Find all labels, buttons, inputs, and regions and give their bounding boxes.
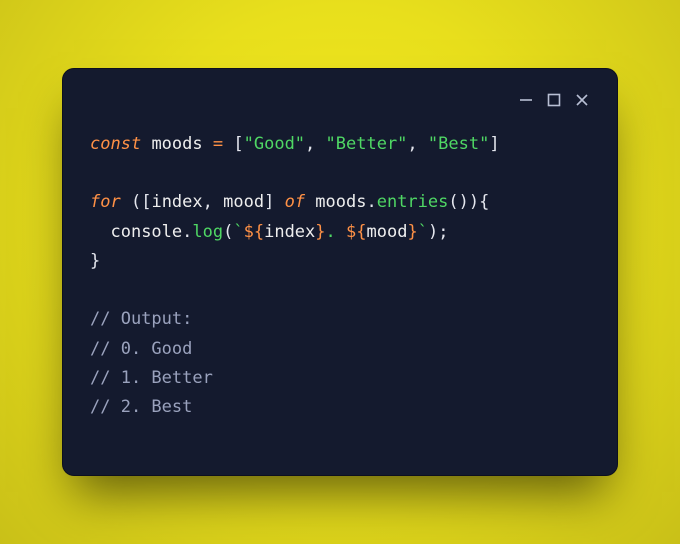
string-best: "Best": [428, 134, 489, 154]
interp-close: }: [407, 222, 417, 242]
brace-open: {: [479, 192, 489, 212]
backtick-close: `: [418, 222, 428, 242]
bracket-open: [: [233, 134, 243, 154]
bracket-close: ]: [264, 192, 274, 212]
bracket-close: ]: [489, 134, 499, 154]
template-text: .: [326, 222, 346, 242]
keyword-const: const: [90, 134, 141, 154]
method-log: log: [192, 222, 223, 242]
call-parens: (): [448, 192, 468, 212]
identifier-moods: moods: [315, 192, 366, 212]
identifier-mood: mood: [223, 192, 264, 212]
maximize-icon[interactable]: [546, 92, 562, 108]
indent: [90, 222, 110, 242]
interp-open: ${: [244, 222, 264, 242]
paren-close: ): [469, 192, 479, 212]
dot: .: [366, 192, 376, 212]
brace-close: }: [90, 251, 100, 271]
interp-mood: mood: [367, 222, 408, 242]
identifier-moods: moods: [151, 134, 202, 154]
interp-index: index: [264, 222, 315, 242]
comment-output-line: // 2. Best: [90, 397, 192, 417]
code-window: const moods = ["Good", "Better", "Best"]…: [62, 68, 618, 476]
dot: .: [182, 222, 192, 242]
operator-equals: =: [213, 134, 223, 154]
interp-close: }: [315, 222, 325, 242]
comma: ,: [407, 134, 427, 154]
comment-output-label: // Output:: [90, 309, 192, 329]
identifier-console: console: [110, 222, 182, 242]
comment-output-line: // 1. Better: [90, 368, 213, 388]
string-better: "Better": [326, 134, 408, 154]
paren-open: (: [121, 192, 141, 212]
window-titlebar: [90, 88, 590, 112]
code-block: const moods = ["Good", "Better", "Best"]…: [90, 130, 590, 422]
interp-open: ${: [346, 222, 366, 242]
keyword-for: for: [90, 192, 121, 212]
keyword-of: of: [274, 192, 315, 212]
comma: ,: [203, 192, 223, 212]
identifier-index: index: [151, 192, 202, 212]
minimize-icon[interactable]: [518, 92, 534, 108]
paren-close-semi: );: [428, 222, 448, 242]
bracket-open: [: [141, 192, 151, 212]
comment-output-line: // 0. Good: [90, 339, 192, 359]
close-icon[interactable]: [574, 92, 590, 108]
backtick-open: `: [233, 222, 243, 242]
string-good: "Good": [244, 134, 305, 154]
paren-open: (: [223, 222, 233, 242]
comma: ,: [305, 134, 325, 154]
method-entries: entries: [377, 192, 449, 212]
